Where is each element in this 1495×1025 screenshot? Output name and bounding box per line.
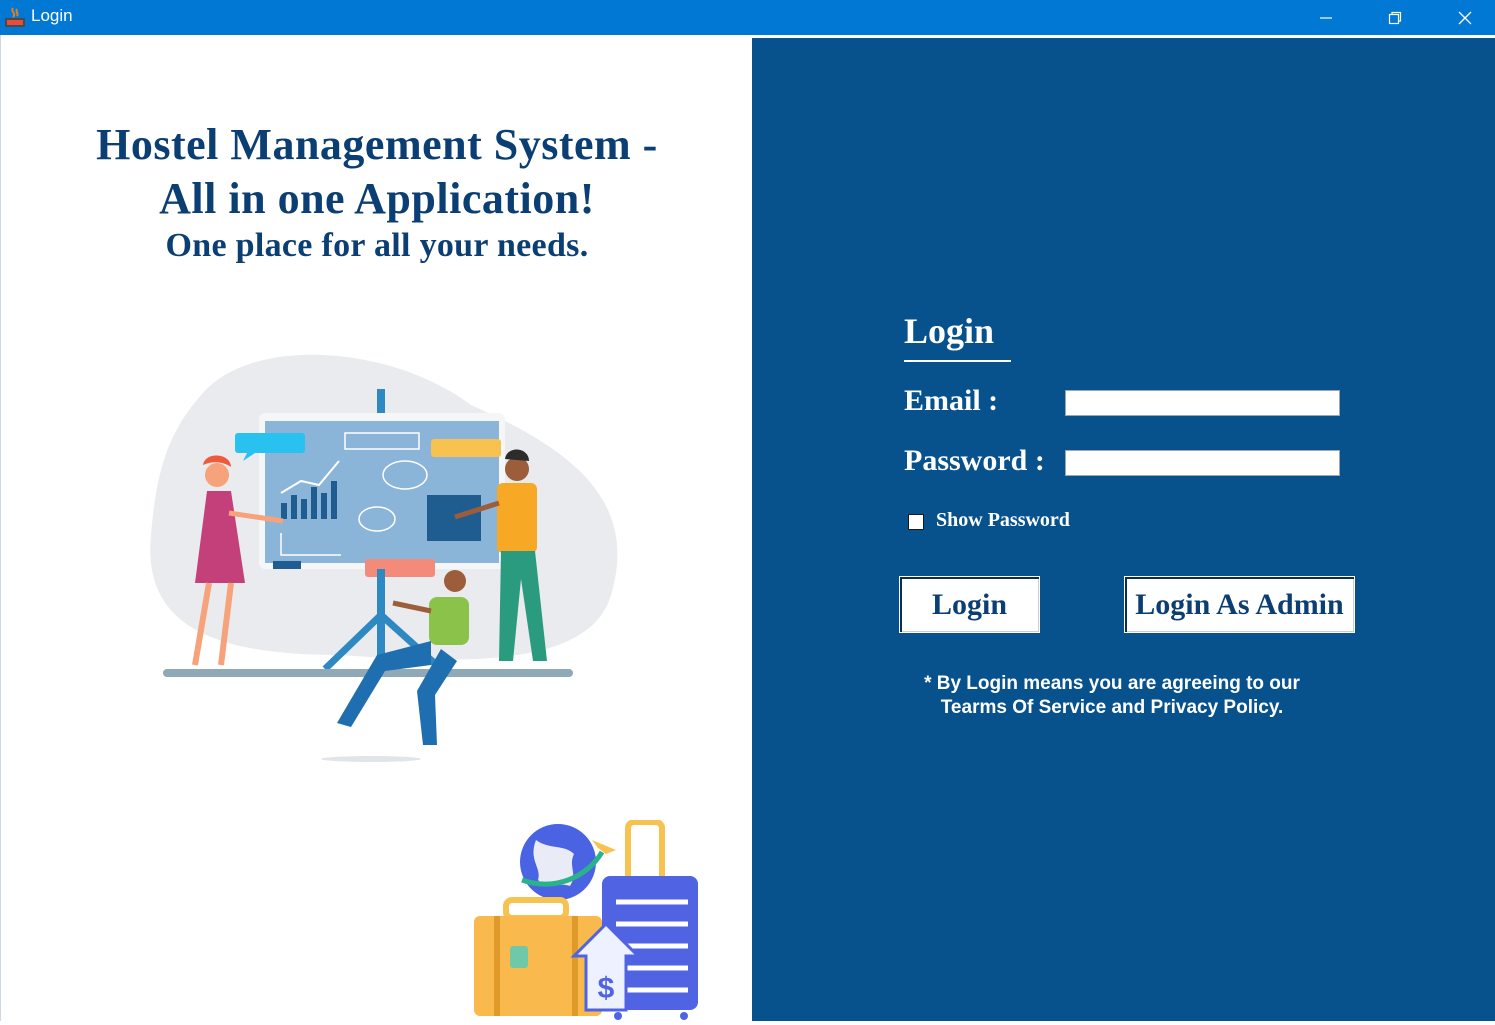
close-button[interactable] bbox=[1435, 0, 1495, 35]
headline-line-1: Hostel Management System - bbox=[96, 120, 658, 169]
login-heading: Login bbox=[904, 311, 995, 351]
email-field[interactable] bbox=[1065, 390, 1340, 416]
svg-text:$: $ bbox=[598, 972, 615, 1005]
terms-notice-line-1: * By Login means you are agreeing to our bbox=[924, 673, 1300, 694]
show-password-label[interactable]: Show Password bbox=[936, 509, 1070, 532]
terms-notice-line-2: Tearms Of Service and Privacy Policy. bbox=[940, 697, 1284, 718]
login-as-admin-button[interactable]: Login As Admin bbox=[1124, 576, 1355, 633]
password-field[interactable] bbox=[1065, 450, 1340, 476]
close-icon bbox=[1458, 11, 1472, 24]
team-presentation-illustration bbox=[141, 335, 631, 775]
show-password-checkbox[interactable] bbox=[908, 514, 924, 530]
minimize-button[interactable] bbox=[1296, 0, 1356, 35]
login-panel: Login Email : Password : Show Password L… bbox=[752, 35, 1495, 1021]
email-label: Email : bbox=[904, 384, 999, 417]
headline-line-2: All in one Application! bbox=[159, 174, 595, 223]
login-button[interactable]: Login bbox=[899, 576, 1040, 633]
restore-icon bbox=[1388, 11, 1402, 24]
left-info-panel: Hostel Management System - All in one Ap… bbox=[0, 35, 752, 1021]
tagline: One place for all your needs. bbox=[165, 227, 589, 264]
restore-button[interactable] bbox=[1365, 0, 1425, 35]
heading-underline bbox=[904, 360, 1011, 362]
title-bar: Login bbox=[0, 0, 1495, 35]
travel-luggage-illustration: $ bbox=[466, 819, 711, 1020]
java-app-icon bbox=[4, 6, 26, 28]
password-label: Password : bbox=[904, 444, 1045, 477]
terms-notice: * By Login means you are agreeing to our… bbox=[902, 672, 1322, 720]
window-title: Login bbox=[31, 6, 73, 25]
minimize-icon bbox=[1320, 16, 1332, 19]
